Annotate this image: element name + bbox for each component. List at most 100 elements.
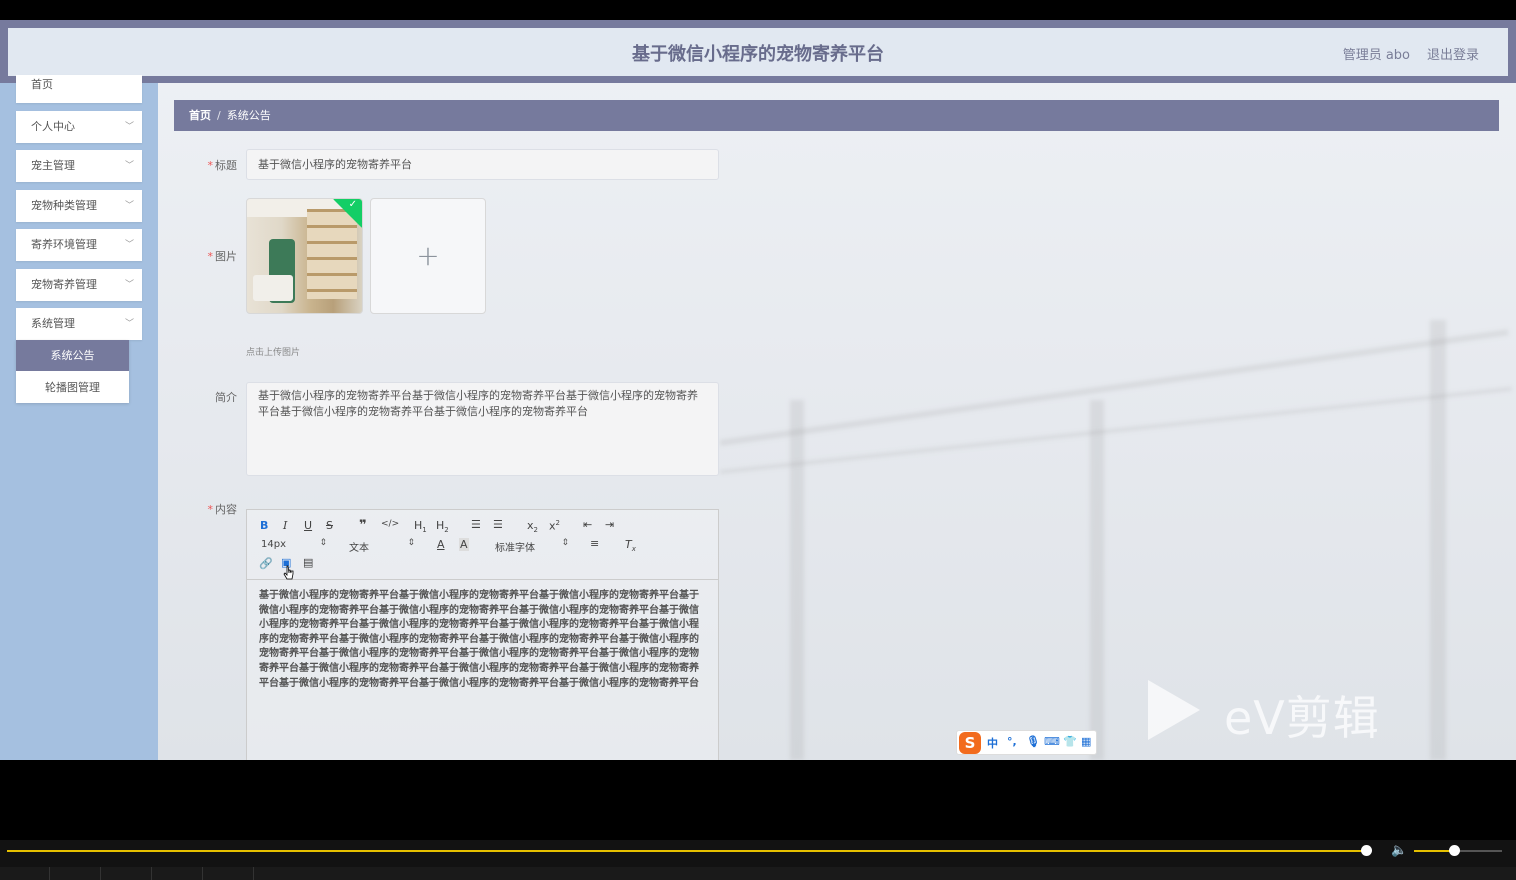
sidebar-item-environments[interactable]: 寄养环境管理 ﹀: [16, 229, 142, 261]
background-decoration: [790, 400, 804, 760]
top-header: 基于微信小程序的宠物寄养平台 管理员 abo 退出登录: [0, 20, 1516, 83]
sidebar-item-home[interactable]: 首页: [16, 75, 142, 103]
italic-icon[interactable]: I: [283, 519, 287, 532]
intro-label: 简介: [215, 391, 237, 404]
ime-toolbar: S 中 °, 🎙 ⌨ 👕 ▦: [956, 730, 1097, 755]
font-family-value: 标准字体: [495, 543, 535, 554]
site-title: 基于微信小程序的宠物寄养平台: [632, 44, 884, 65]
submenu-item-carousel[interactable]: 轮播图管理: [16, 372, 129, 403]
sogou-logo-icon[interactable]: S: [959, 732, 981, 754]
plus-icon: +: [416, 239, 440, 272]
bold-icon[interactable]: B: [260, 519, 268, 532]
app-window: 基于微信小程序的宠物寄养平台 管理员 abo 退出登录 首页 个人中心 ﹀ 宠主…: [0, 20, 1516, 760]
check-icon: ✓: [348, 199, 357, 210]
rich-text-editor: B I U S ❞ </> H1 H2 ☰ ☰ x2 x2 ⇤ ⇥ 14px ⇕ …: [246, 509, 719, 760]
sidebar-item-system[interactable]: 系统管理 ﹀: [16, 308, 142, 340]
skin-shirt-icon[interactable]: 👕: [1063, 735, 1077, 748]
subscript-icon[interactable]: x2: [527, 519, 538, 534]
code-block-icon[interactable]: </>: [381, 519, 399, 529]
volume-knob[interactable]: [1449, 845, 1460, 856]
progress-bar[interactable]: [7, 850, 1366, 852]
content-label-text: 内容: [215, 503, 237, 516]
ev-watermark: eV剪辑: [1148, 680, 1438, 745]
upload-add-button[interactable]: +: [370, 198, 486, 314]
required-mark: *: [207, 250, 214, 263]
editor-toolbar: B I U S ❞ </> H1 H2 ☰ ☰ x2 x2 ⇤ ⇥ 14px ⇕ …: [247, 510, 718, 580]
indent-icon[interactable]: ⇥: [605, 518, 614, 531]
chevron-down-icon: ﹀: [124, 161, 134, 171]
intro-textarea[interactable]: 基于微信小程序的宠物寄养平台基于微信小程序的宠物寄养平台基于微信小程序的宠物寄养…: [246, 382, 719, 476]
clear-format-icon[interactable]: Tx: [625, 538, 636, 553]
sidebar-item-label: 寄养环境管理: [31, 238, 97, 251]
system-submenu: 系统公告 轮播图管理: [16, 340, 129, 403]
ime-punct-toggle[interactable]: °,: [1007, 735, 1017, 748]
background-decoration: [1090, 400, 1104, 760]
background-color-icon[interactable]: A: [459, 538, 469, 551]
volume-fill: [1414, 850, 1454, 852]
logout-link[interactable]: 退出登录: [1427, 44, 1479, 63]
header-select-value: 文本: [349, 543, 369, 554]
breadcrumb-separator: /: [217, 109, 221, 122]
align-icon[interactable]: ≡: [590, 537, 599, 550]
mouse-cursor-icon: [283, 565, 294, 580]
sidebar-item-profile[interactable]: 个人中心 ﹀: [16, 111, 142, 143]
image-label: * 图片: [173, 248, 238, 264]
title-label-text: 标题: [215, 159, 237, 172]
toolbox-grid-icon[interactable]: ▦: [1081, 735, 1091, 748]
sidebar-item-label: 宠物种类管理: [31, 199, 97, 212]
sidebar-item-label: 首页: [31, 78, 53, 91]
font-size-select[interactable]: 14px ⇕: [261, 538, 327, 550]
link-icon[interactable]: 🔗: [259, 557, 273, 570]
superscript-icon[interactable]: x2: [549, 519, 560, 533]
title-input[interactable]: 基于微信小程序的宠物寄养平台: [246, 149, 719, 180]
video-icon[interactable]: ▤: [303, 556, 313, 569]
underline-icon[interactable]: U: [304, 519, 312, 532]
outdent-icon[interactable]: ⇤: [583, 518, 592, 531]
player-button-bar: [0, 867, 1516, 880]
bullet-list-icon[interactable]: ☰: [493, 518, 503, 531]
breadcrumb-current: 系统公告: [226, 109, 271, 122]
player-button[interactable]: [51, 867, 101, 880]
progress-area: 🔈: [0, 840, 1516, 867]
player-button[interactable]: [204, 867, 254, 880]
watermark-text: eV剪辑: [1224, 691, 1380, 745]
keyboard-icon[interactable]: ⌨: [1044, 735, 1060, 748]
heading2-icon[interactable]: H2: [436, 519, 449, 534]
sidebar-item-owners[interactable]: 宠主管理 ﹀: [16, 150, 142, 182]
sidebar: 首页 个人中心 ﹀ 宠主管理 ﹀ 宠物种类管理 ﹀ 寄养环境管理 ﹀ 宠物寄养管…: [0, 75, 158, 760]
player-button[interactable]: [102, 867, 152, 880]
sidebar-item-label: 宠主管理: [31, 159, 75, 172]
chevron-down-icon: ﹀: [124, 240, 134, 250]
sidebar-item-boarding[interactable]: 宠物寄养管理 ﹀: [16, 269, 142, 301]
select-arrow-icon: ⇕: [407, 538, 415, 548]
font-family-select[interactable]: 标准字体 ⇕: [495, 538, 569, 554]
heading1-icon[interactable]: H1: [414, 519, 427, 534]
content-label: * 内容: [173, 501, 238, 517]
progress-knob[interactable]: [1361, 845, 1372, 856]
ordered-list-icon[interactable]: ☰: [471, 518, 481, 531]
player-button[interactable]: [0, 867, 50, 880]
sidebar-item-label: 个人中心: [31, 120, 75, 133]
header-select[interactable]: 文本 ⇕: [349, 538, 415, 554]
blockquote-icon[interactable]: ❞: [359, 518, 367, 533]
ime-mode-toggle[interactable]: 中: [987, 735, 998, 751]
sidebar-item-label: 系统管理: [31, 317, 75, 330]
required-mark: *: [207, 503, 214, 516]
thumbnail-graphic: [307, 209, 357, 299]
chevron-down-icon: ﹀: [124, 280, 134, 290]
image-label-text: 图片: [215, 250, 237, 263]
player-button[interactable]: [153, 867, 203, 880]
text-color-icon[interactable]: A: [437, 538, 445, 551]
microphone-icon[interactable]: 🎙: [1026, 735, 1040, 748]
sidebar-item-pet-types[interactable]: 宠物种类管理 ﹀: [16, 190, 142, 222]
chevron-down-icon: ﹀: [124, 201, 134, 211]
strikethrough-icon[interactable]: S: [326, 519, 333, 532]
breadcrumb-home[interactable]: 首页: [189, 109, 211, 122]
volume-icon[interactable]: 🔈: [1391, 843, 1407, 858]
submenu-item-announcement[interactable]: 系统公告: [16, 340, 129, 371]
sidebar-item-label: 宠物寄养管理: [31, 278, 97, 291]
select-arrow-icon: ⇕: [319, 538, 327, 548]
uploaded-image-thumbnail[interactable]: ✓: [246, 198, 363, 314]
select-arrow-icon: ⇕: [561, 538, 569, 548]
editor-content[interactable]: 基于微信小程序的宠物寄养平台基于微信小程序的宠物寄养平台基于微信小程序的宠物寄养…: [259, 589, 704, 691]
